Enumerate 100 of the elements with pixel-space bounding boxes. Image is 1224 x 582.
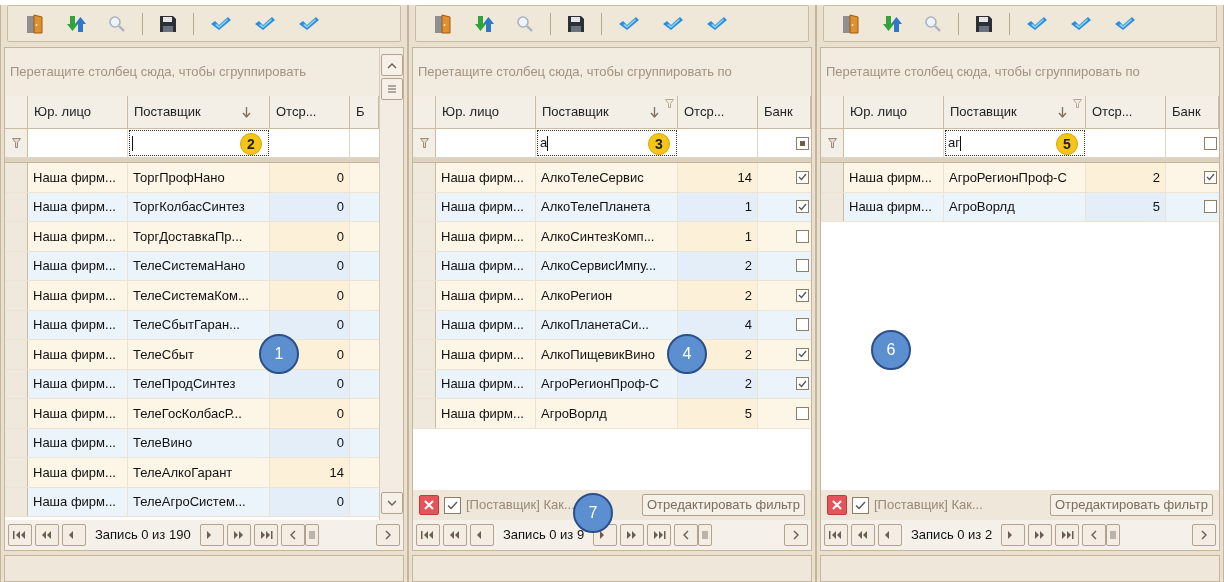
row-selector[interactable] (5, 458, 28, 487)
table-cell: Наша фирм... (28, 399, 128, 428)
row-selector[interactable] (5, 487, 28, 516)
checkbox[interactable] (796, 136, 809, 150)
row-selector[interactable] (413, 163, 436, 192)
row-selector[interactable] (5, 251, 28, 280)
previous-page-icon[interactable] (851, 524, 875, 546)
row-selector[interactable] (413, 281, 436, 310)
row-selector[interactable] (5, 163, 28, 192)
table-cell: 14 (678, 163, 758, 192)
funnel-icon (11, 138, 21, 148)
filter-input-field[interactable]: аг 5 (945, 130, 1085, 156)
checkbox[interactable] (796, 259, 809, 273)
row-selector[interactable] (5, 428, 28, 457)
next-page-icon[interactable] (1028, 524, 1053, 546)
column-header[interactable]: Юр. лицо (436, 96, 536, 128)
table-cell: Наша фирм... (436, 222, 536, 251)
column-header[interactable]: Банк (758, 96, 811, 128)
row-selector[interactable] (5, 192, 28, 221)
next-page-icon[interactable] (226, 524, 251, 546)
step-number-badge: 5 (1056, 133, 1078, 155)
checkbox[interactable] (1204, 136, 1217, 150)
table-cell: Наша фирм... (28, 163, 128, 192)
row-selector[interactable] (413, 340, 436, 369)
scroll-right-icon[interactable] (784, 524, 808, 546)
filter-input-field[interactable]: а 3 (537, 130, 677, 156)
row-selector[interactable] (413, 251, 436, 280)
last-record-icon[interactable] (1055, 524, 1080, 546)
checkbox[interactable] (796, 347, 809, 361)
row-selector[interactable] (5, 340, 28, 369)
next-page-icon[interactable] (620, 524, 645, 546)
column-header[interactable]: Юр. лицо (28, 96, 128, 128)
first-record-icon[interactable] (8, 524, 32, 546)
checkbox[interactable] (796, 229, 809, 243)
edit-filter-button[interactable]: Отредактировать фильтр (641, 494, 805, 516)
table-cell: 0 (270, 487, 350, 516)
scroll-right-icon[interactable] (1192, 524, 1216, 546)
column-header[interactable]: Юр. лицо (844, 96, 944, 128)
column-header[interactable]: Поставщик (536, 96, 678, 128)
checkbox[interactable] (796, 170, 809, 184)
checkbox[interactable] (1204, 200, 1217, 214)
scroll-thumb[interactable] (380, 78, 403, 100)
row-selector[interactable] (5, 222, 28, 251)
table-cell: 0 (270, 192, 350, 221)
table-cell: Наша фирм... (28, 428, 128, 457)
row-selector[interactable] (413, 399, 436, 428)
checkbox[interactable] (796, 200, 809, 214)
vertical-scrollbar[interactable] (379, 48, 403, 520)
clear-filter-icon[interactable] (827, 495, 847, 515)
filter-input-field[interactable]: 2 (129, 130, 269, 156)
row-selector[interactable] (413, 192, 436, 221)
checkbox[interactable] (444, 496, 461, 514)
column-header[interactable]: Поставщик (128, 96, 270, 128)
funnel-icon[interactable] (665, 99, 674, 108)
last-record-icon[interactable] (253, 524, 278, 546)
first-record-icon[interactable] (824, 524, 848, 546)
checkbox[interactable] (852, 496, 869, 514)
record-counter: Запись 0 из 2 (910, 526, 994, 545)
table-cell: Наша фирм... (436, 192, 536, 221)
row-selector[interactable] (5, 281, 28, 310)
last-record-icon[interactable] (647, 524, 672, 546)
checkbox[interactable] (796, 406, 809, 420)
previous-record-icon[interactable] (62, 524, 86, 546)
column-header[interactable]: Отср... (678, 96, 758, 128)
funnel-icon[interactable] (1073, 99, 1082, 108)
row-selector[interactable] (5, 399, 28, 428)
column-header[interactable]: Банк (1166, 96, 1219, 128)
column-header[interactable]: Отср... (1086, 96, 1166, 128)
row-selector[interactable] (821, 192, 844, 221)
checkbox[interactable] (1204, 170, 1217, 184)
row-selector[interactable] (413, 369, 436, 398)
table-cell: Наша фирм... (844, 192, 944, 221)
clear-filter-icon[interactable] (419, 495, 439, 515)
previous-record-icon[interactable] (470, 524, 494, 546)
previous-record-icon[interactable] (878, 524, 902, 546)
table-cell: 2 (678, 281, 758, 310)
table-cell: 0 (270, 310, 350, 339)
scroll-down-icon[interactable] (380, 492, 403, 514)
previous-page-icon[interactable] (443, 524, 467, 546)
next-record-icon[interactable] (199, 524, 224, 546)
checkbox[interactable] (796, 377, 809, 391)
previous-page-icon[interactable] (35, 524, 59, 546)
row-selector[interactable] (821, 163, 844, 192)
edit-filter-button[interactable]: Отредактировать фильтр (1049, 494, 1213, 516)
scroll-thumb[interactable] (698, 524, 713, 546)
row-selector[interactable] (5, 369, 28, 398)
first-record-icon[interactable] (416, 524, 440, 546)
row-selector[interactable] (413, 310, 436, 339)
column-header[interactable]: Отср... (270, 96, 350, 128)
table-cell: Наша фирм... (436, 340, 536, 369)
checkbox[interactable] (796, 318, 809, 332)
row-selector[interactable] (5, 310, 28, 339)
table-cell: Наша фирм... (28, 192, 128, 221)
column-header[interactable]: Поставщик (944, 96, 1086, 128)
checkbox[interactable] (796, 288, 809, 302)
next-record-icon[interactable] (1001, 524, 1026, 546)
row-selector[interactable] (413, 222, 436, 251)
scroll-thumb[interactable] (1106, 524, 1121, 546)
scroll-right-icon[interactable] (376, 524, 400, 546)
scroll-up-icon[interactable] (380, 54, 403, 76)
